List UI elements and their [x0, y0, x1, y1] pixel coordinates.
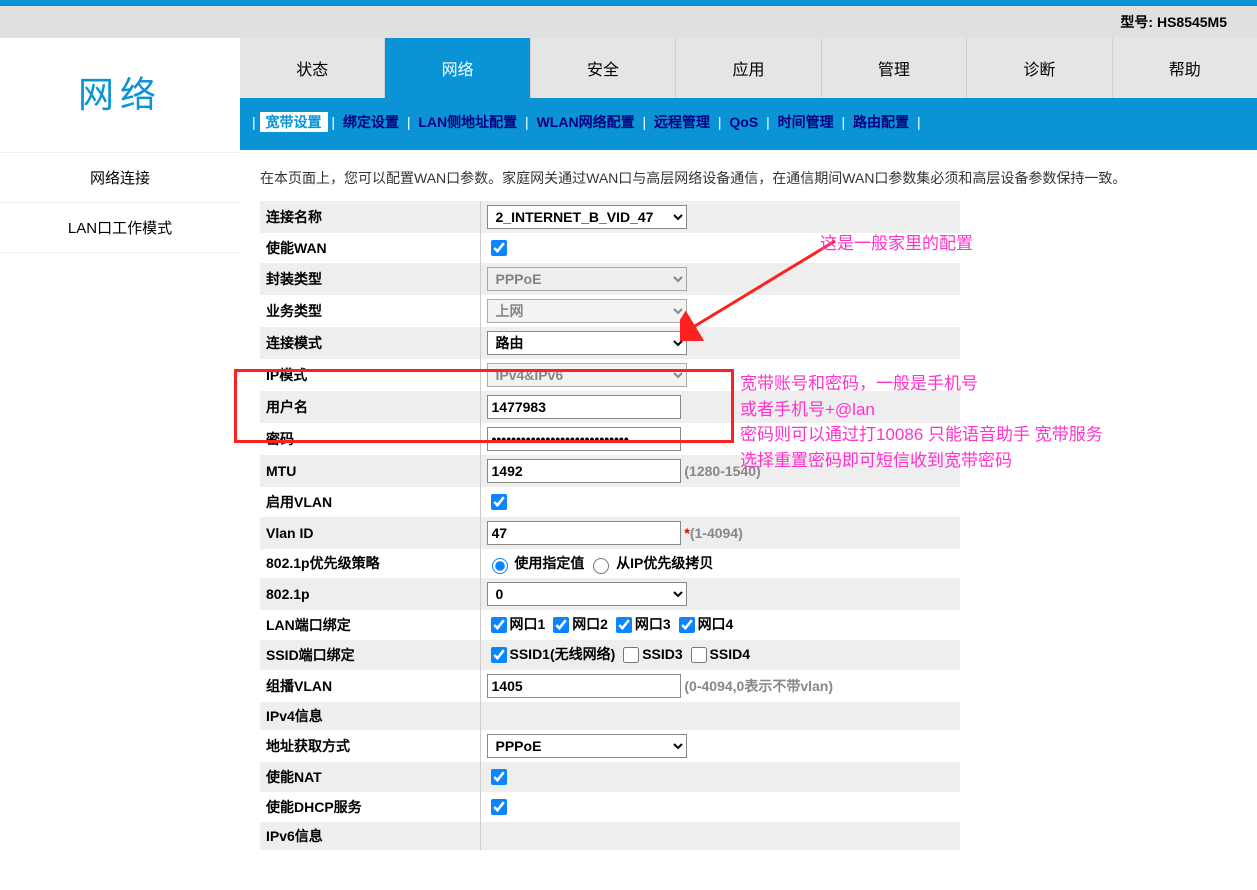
select-ip-mode: IPv4&IPv6 [487, 363, 687, 387]
subnav-route[interactable]: 路由配置 [849, 114, 913, 130]
tab-status[interactable]: 状态 [240, 38, 385, 98]
label-service: 业务类型 [260, 295, 480, 327]
input-mcast-vlan[interactable] [487, 674, 681, 698]
select-conn-mode[interactable]: 路由 [487, 331, 687, 355]
label-addr-mode: 地址获取方式 [260, 730, 480, 762]
subnav-time[interactable]: 时间管理 [774, 114, 838, 130]
label-enable-nat: 使能NAT [260, 762, 480, 792]
label-dot1p: 802.1p [260, 578, 480, 610]
checkbox-enable-nat[interactable] [491, 769, 507, 785]
input-password[interactable] [487, 427, 681, 451]
hint-mtu: (1280-1540) [684, 463, 760, 479]
checkbox-lan1[interactable] [491, 617, 507, 633]
sidebar-item-lan-mode[interactable]: LAN口工作模式 [0, 202, 240, 253]
tab-security[interactable]: 安全 [531, 38, 676, 98]
checkbox-lan4[interactable] [679, 617, 695, 633]
checkbox-ssid3[interactable] [623, 647, 639, 663]
hint-mcast-vlan: (0-4094,0表示不带vlan) [684, 678, 833, 694]
input-mtu[interactable] [487, 459, 681, 483]
label-dot1p-policy: 802.1p优先级策略 [260, 549, 480, 578]
subnav-bind[interactable]: 绑定设置 [339, 114, 403, 130]
checkbox-ssid1[interactable] [491, 647, 507, 663]
checkbox-ssid4[interactable] [691, 647, 707, 663]
radio-dot1p-copy[interactable] [593, 558, 609, 574]
label-ip-mode: IP模式 [260, 359, 480, 391]
tab-manage[interactable]: 管理 [822, 38, 967, 98]
select-encap: PPPoE [487, 267, 687, 291]
input-username[interactable] [487, 395, 681, 419]
select-service: 上网 [487, 299, 687, 323]
checkbox-enable-dhcp[interactable] [491, 799, 507, 815]
subnav-broadband[interactable]: 宽带设置 [260, 112, 328, 132]
label-mcast-vlan: 组播VLAN [260, 670, 480, 702]
tab-help[interactable]: 帮助 [1113, 38, 1257, 98]
model-label: 型号: HS8545M5 [0, 6, 1257, 38]
label-lan4: 网口4 [698, 616, 734, 632]
radio-label-specified: 使用指定值 [514, 555, 584, 571]
radio-label-copy: 从IP优先级拷贝 [616, 555, 713, 571]
subnav-lan-addr[interactable]: LAN侧地址配置 [414, 114, 521, 130]
label-encap: 封装类型 [260, 263, 480, 295]
label-enable-wan: 使能WAN [260, 233, 480, 263]
label-ssid-bind: SSID端口绑定 [260, 640, 480, 670]
label-ipv4-info: IPv4信息 [260, 702, 480, 730]
label-enable-dhcp: 使能DHCP服务 [260, 792, 480, 822]
select-conn-name[interactable]: 2_INTERNET_B_VID_47 [487, 205, 687, 229]
page-description: 在本页面上，您可以配置WAN口参数。家庭网关通过WAN口与高层网络设备通信，在通… [240, 150, 1257, 201]
sidebar: 网络 网络连接 LAN口工作模式 [0, 38, 240, 890]
label-enable-vlan: 启用VLAN [260, 487, 480, 517]
label-ssid3: SSID3 [642, 646, 682, 662]
sub-nav: | 宽带设置 | 绑定设置 | LAN侧地址配置 | WLAN网络配置 | 远程… [240, 98, 1257, 150]
checkbox-enable-wan[interactable] [491, 240, 507, 256]
label-ipv6-info: IPv6信息 [260, 822, 480, 850]
label-lan2: 网口2 [572, 616, 608, 632]
label-lan3: 网口3 [635, 616, 671, 632]
select-dot1p[interactable]: 0 [487, 582, 687, 606]
tab-application[interactable]: 应用 [676, 38, 821, 98]
label-ssid1: SSID1(无线网络) [510, 646, 616, 662]
checkbox-lan2[interactable] [553, 617, 569, 633]
checkbox-lan3[interactable] [616, 617, 632, 633]
brand-title: 网络 [0, 38, 240, 152]
subnav-remote[interactable]: 远程管理 [650, 114, 714, 130]
label-ssid4: SSID4 [710, 646, 750, 662]
label-password: 密码 [260, 423, 480, 455]
sidebar-item-network-conn[interactable]: 网络连接 [0, 152, 240, 202]
hint-vlan-id: (1-4094) [690, 525, 743, 541]
checkbox-enable-vlan[interactable] [491, 494, 507, 510]
input-vlan-id[interactable] [487, 521, 681, 545]
subnav-qos[interactable]: QoS [725, 114, 762, 130]
label-conn-mode: 连接模式 [260, 327, 480, 359]
radio-dot1p-specified[interactable] [492, 558, 508, 574]
select-addr-mode[interactable]: PPPoE [487, 734, 687, 758]
label-vlan-id: Vlan ID [260, 517, 480, 549]
top-tabs: 状态 网络 安全 应用 管理 诊断 帮助 [240, 38, 1257, 98]
subnav-wlan[interactable]: WLAN网络配置 [533, 114, 639, 130]
label-username: 用户名 [260, 391, 480, 423]
tab-network[interactable]: 网络 [385, 38, 530, 98]
label-mtu: MTU [260, 455, 480, 487]
label-lan1: 网口1 [510, 616, 546, 632]
label-lan-bind: LAN端口绑定 [260, 610, 480, 640]
tab-diagnose[interactable]: 诊断 [967, 38, 1112, 98]
label-conn-name: 连接名称 [260, 201, 480, 233]
config-form: 连接名称 2_INTERNET_B_VID_47 使能WAN 封装类型 PPPo… [260, 201, 960, 850]
